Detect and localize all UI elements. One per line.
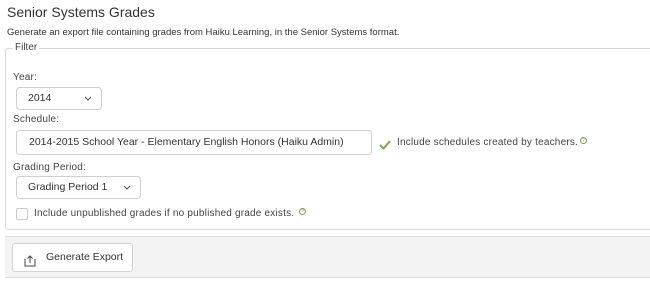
help-icon[interactable]: ? bbox=[299, 208, 307, 215]
page-description: Generate an export file containing grade… bbox=[7, 27, 400, 38]
grading-period-select-value: Grading Period 1 bbox=[28, 181, 108, 193]
include-unpublished-checkbox[interactable] bbox=[16, 208, 28, 220]
export-icon bbox=[24, 251, 36, 278]
grading-period-select[interactable]: Grading Period 1 bbox=[16, 176, 141, 199]
page-title: Senior Systems Grades bbox=[7, 4, 155, 20]
chevron-down-icon bbox=[123, 177, 131, 190]
generate-export-label: Generate Export bbox=[46, 251, 124, 263]
year-label: Year: bbox=[13, 72, 37, 83]
grading-period-label: Grading Period: bbox=[13, 162, 87, 173]
include-unpublished-label: Include unpublished grades if no publish… bbox=[34, 208, 307, 219]
filter-fieldset: Filter Year: 2014 Schedule: 2014-2015 Sc… bbox=[5, 42, 650, 230]
actions-bar: Generate Export bbox=[5, 236, 650, 278]
year-select[interactable]: 2014 bbox=[16, 87, 102, 110]
chevron-down-icon bbox=[84, 88, 92, 101]
year-select-value: 2014 bbox=[28, 92, 52, 104]
schedule-label: Schedule: bbox=[13, 114, 60, 125]
filter-legend: Filter bbox=[13, 42, 40, 53]
include-unpublished-text: Include unpublished grades if no publish… bbox=[34, 208, 295, 219]
include-teacher-schedules-label: Include schedules created by teachers.? bbox=[397, 137, 588, 148]
include-teacher-schedules-text: Include schedules created by teachers. bbox=[397, 137, 579, 148]
generate-export-button[interactable]: Generate Export bbox=[12, 243, 133, 272]
help-icon[interactable]: ? bbox=[580, 137, 588, 144]
checkmark-icon[interactable] bbox=[379, 137, 391, 155]
schedule-input[interactable]: 2014-2015 School Year - Elementary Engli… bbox=[16, 130, 372, 155]
